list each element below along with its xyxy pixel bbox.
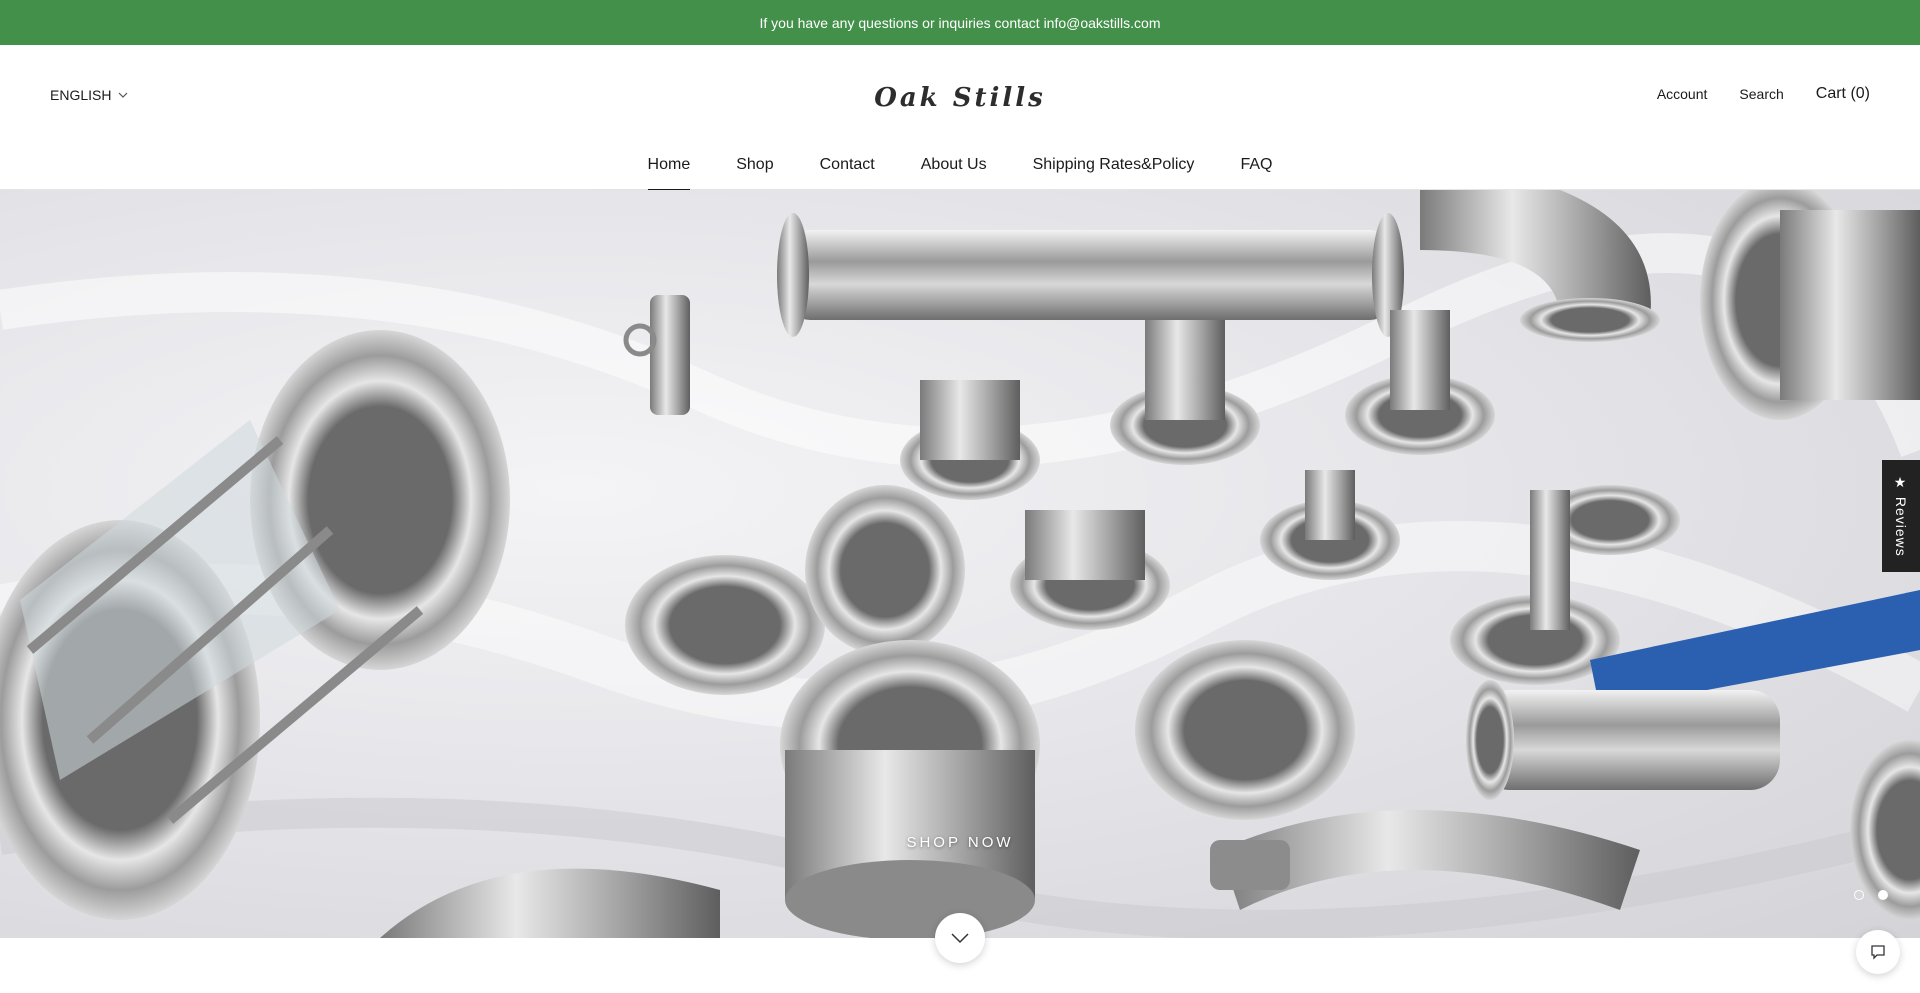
- language-label: ENGLISH: [50, 87, 112, 103]
- nav-item-faq[interactable]: FAQ: [1240, 150, 1272, 190]
- reviews-tab[interactable]: ★ Reviews: [1882, 460, 1920, 572]
- cart-link[interactable]: Cart (0): [1816, 85, 1870, 103]
- nav-item-contact[interactable]: Contact: [820, 150, 875, 190]
- hero-image: [0, 190, 1920, 938]
- chat-button[interactable]: [1856, 930, 1900, 974]
- header-actions: Account Search Cart (0): [1657, 85, 1870, 103]
- chevron-down-icon: [951, 933, 969, 944]
- slideshow-dots: [1854, 890, 1888, 900]
- announcement-bar: If you have any questions or inquiries c…: [0, 0, 1920, 45]
- slide-dot-2[interactable]: [1878, 890, 1888, 900]
- scroll-down-button[interactable]: [935, 913, 985, 963]
- announcement-text: If you have any questions or inquiries c…: [759, 14, 1161, 31]
- nav-item-shipping[interactable]: Shipping Rates&Policy: [1033, 150, 1195, 190]
- nav-item-about-us[interactable]: About Us: [921, 150, 987, 190]
- search-link[interactable]: Search: [1739, 86, 1783, 102]
- shop-now-button[interactable]: SHOP NOW: [906, 834, 1013, 851]
- chevron-down-icon: [119, 92, 128, 98]
- site-header: ENGLISH Oak Stills Account Search Cart (…: [0, 45, 1920, 191]
- nav-item-home[interactable]: Home: [647, 150, 690, 191]
- nav-item-shop[interactable]: Shop: [736, 150, 773, 190]
- chat-icon: [1871, 945, 1885, 960]
- main-nav: Home Shop Contact About Us Shipping Rate…: [0, 150, 1920, 191]
- logo[interactable]: Oak Stills: [874, 83, 1046, 113]
- slide-dot-1[interactable]: [1854, 890, 1864, 900]
- account-link[interactable]: Account: [1657, 86, 1708, 102]
- hero-slideshow[interactable]: SHOP NOW: [0, 190, 1920, 938]
- language-selector[interactable]: ENGLISH: [50, 87, 128, 103]
- reviews-label: ★ Reviews: [1893, 475, 1909, 557]
